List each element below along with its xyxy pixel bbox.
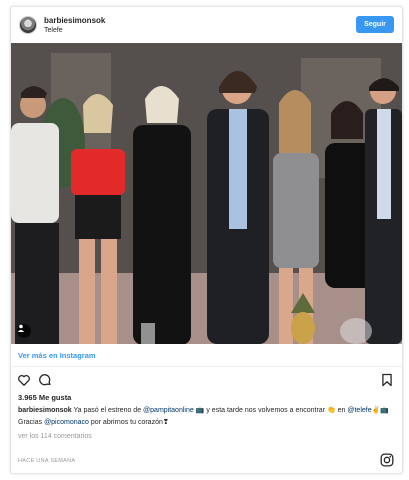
- person-outfit: [133, 125, 191, 344]
- bookmark-icon[interactable]: [380, 373, 394, 387]
- person-skirt: [75, 195, 121, 239]
- like-count[interactable]: 3.965 Me gusta: [18, 393, 71, 402]
- mention-link[interactable]: @telefe: [347, 407, 371, 414]
- post-header: barbiesimonsok Telefe Seguir: [11, 7, 402, 43]
- mention-link[interactable]: @pampitaonline: [143, 407, 194, 414]
- user-tag-icon[interactable]: [17, 324, 31, 338]
- caption-username[interactable]: barbiesimonsok: [18, 407, 72, 414]
- location[interactable]: Telefe: [44, 27, 63, 34]
- caption-text: 📺 y esta tarde nos volvemos a encontrar …: [193, 407, 348, 414]
- person-top: [71, 149, 125, 195]
- user-tag-glyph: [17, 324, 25, 332]
- action-bar: [17, 373, 52, 387]
- instagram-logo-icon[interactable]: [380, 453, 394, 467]
- post-timestamp: HACE UNA SEMANA: [18, 458, 76, 464]
- person-dress: [273, 153, 319, 268]
- person-leg: [79, 239, 95, 344]
- follow-button[interactable]: Seguir: [356, 16, 394, 33]
- glass-bowl: [340, 318, 372, 344]
- pineapple: [291, 312, 315, 344]
- photo-scene: [11, 43, 402, 344]
- comment-icon[interactable]: [38, 373, 52, 387]
- caption-text: por abrirnos tu corazón❣: [88, 419, 169, 426]
- heart-icon[interactable]: [17, 373, 31, 387]
- mention-link[interactable]: @picomonaco: [44, 419, 89, 426]
- post-photo[interactable]: [11, 43, 402, 344]
- view-comments-link[interactable]: ver los 114 comentarios: [18, 433, 92, 440]
- post-caption: barbiesimonsok Ya pasó el estreno de @pa…: [18, 405, 390, 429]
- person-shirt: [11, 123, 59, 223]
- person-hair: [279, 90, 311, 153]
- instagram-embed: barbiesimonsok Telefe Seguir Ver más en …: [10, 6, 403, 474]
- person-shirt: [377, 109, 391, 219]
- view-more-link[interactable]: Ver más en Instagram: [11, 344, 402, 367]
- avatar[interactable]: [19, 16, 37, 34]
- caption-text: Ya pasó el estreno de: [71, 407, 144, 414]
- username[interactable]: barbiesimonsok: [44, 16, 105, 25]
- person-leg: [279, 268, 293, 344]
- person-hair: [83, 94, 113, 133]
- glass: [141, 323, 155, 344]
- person-shirt: [229, 109, 247, 229]
- person-leg: [101, 239, 117, 344]
